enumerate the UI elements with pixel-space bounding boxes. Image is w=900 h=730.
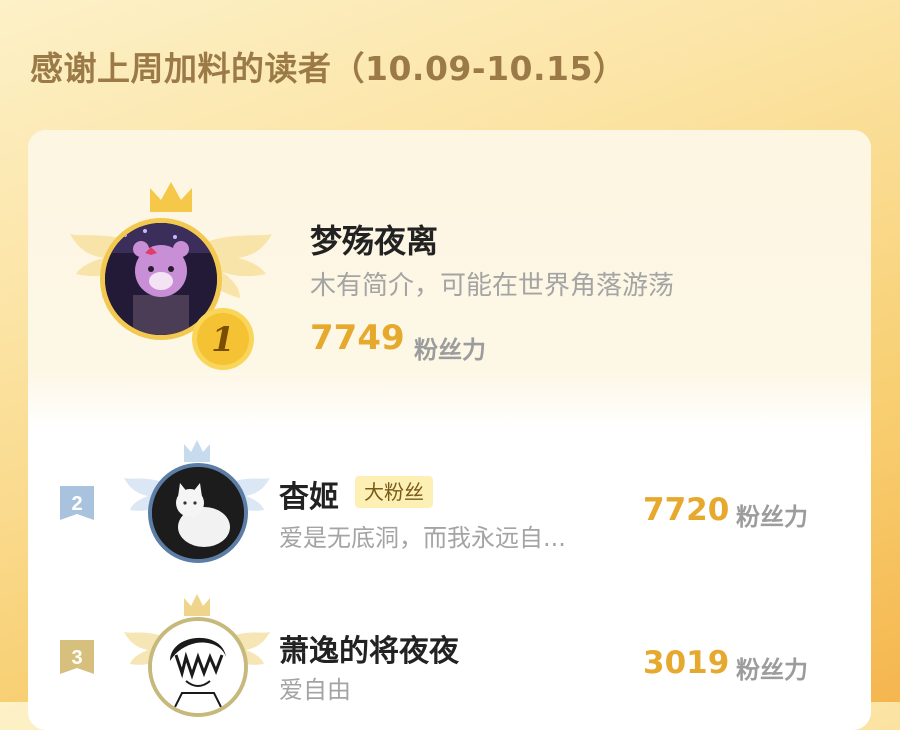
reader-score: 3019 <box>643 645 730 681</box>
svg-text:2: 2 <box>71 493 82 515</box>
page-title: 感谢上周加料的读者（10.09-10.15） <box>30 49 627 88</box>
top-reader-bio: 木有简介，可能在世界角落游荡 <box>310 271 675 301</box>
rank-3-badge-icon: 3 <box>60 640 94 674</box>
top-reader-score-unit: 粉丝力 <box>414 336 486 364</box>
avatar-image <box>152 467 244 559</box>
reader-bio: 爱自由 <box>279 676 351 704</box>
reader-name[interactable]: 杳姬 <box>279 472 339 516</box>
fan-level-badge: 大粉丝 <box>355 476 433 508</box>
avatar[interactable] <box>148 617 248 717</box>
reader-score-unit: 粉丝力 <box>736 656 808 684</box>
reader-bio: 爱是无底洞，而我永远自... <box>279 524 566 552</box>
top-reader-section: 1 梦殇夜离 木有简介，可能在世界角落游荡 7749 粉丝力 <box>28 130 871 430</box>
reader-score: 7720 <box>643 492 730 528</box>
svg-text:3: 3 <box>71 647 82 669</box>
svg-text:1: 1 <box>211 320 235 360</box>
top-reader-name[interactable]: 梦殇夜离 <box>310 216 438 262</box>
rank-2-badge-icon: 2 <box>60 486 94 520</box>
reader-name[interactable]: 萧逸的将夜夜 <box>279 626 459 670</box>
reader-ranking-card: 1 梦殇夜离 木有简介，可能在世界角落游荡 7749 粉丝力 2 杳姬 大粉丝 … <box>28 130 871 730</box>
rank-1-badge-icon: 1 <box>192 308 254 370</box>
avatar[interactable] <box>148 463 248 563</box>
top-reader-score: 7749 <box>310 318 405 358</box>
avatar-image <box>152 621 244 713</box>
reader-score-unit: 粉丝力 <box>736 503 808 531</box>
